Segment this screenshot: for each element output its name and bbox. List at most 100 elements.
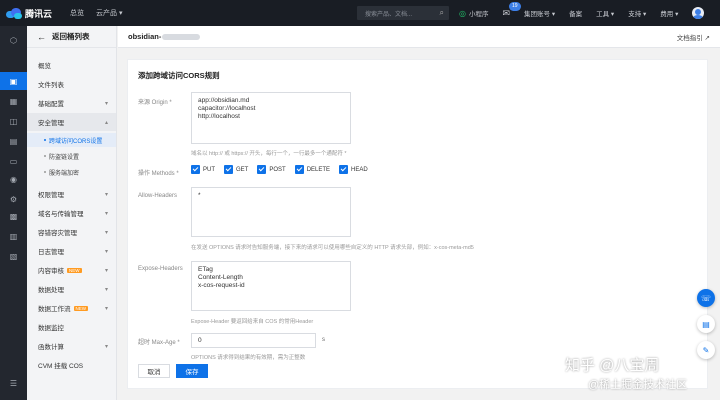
chevron-down-icon: ▾ — [104, 100, 108, 107]
max-age-hint: OPTIONS 请求得到结果的有效期，需为正整数 — [191, 355, 306, 361]
miniapp-link[interactable]: ◎ 小程序 — [459, 8, 488, 19]
top-right-menu: ◎ 小程序 ✉ 集团账号 ▾ 备案 工具 ▾ 支持 ▾ 费用 ▾ — [459, 0, 718, 26]
sidebar-item-data-workflow[interactable]: 数据工作流 NEW ▾ — [27, 299, 116, 317]
expose-headers-textarea[interactable]: ETag Content-Length x-cos-request-id — [191, 261, 351, 311]
sidebar-sub-label: 防盗链设置 — [49, 154, 80, 161]
sidebar-item-logs[interactable]: 日志管理 ▾ — [27, 242, 116, 260]
rail-chart-icon[interactable]: ▧ — [0, 247, 27, 265]
method-label: DELETE — [306, 166, 331, 173]
expose-headers-hint: Expose-Header 要返回给来自 COS 的常用Header — [191, 319, 314, 325]
method-post-checkbox[interactable]: POST — [257, 165, 286, 174]
cancel-button[interactable]: 取消 — [138, 364, 170, 378]
sidebar-item-overview[interactable]: 概览 — [27, 56, 116, 74]
chevron-down-icon: ▾ — [104, 286, 108, 293]
sidebar-item-disaster-recovery[interactable]: 容错容灾管理 ▾ — [27, 223, 116, 241]
billing-label: 费用 ▾ — [660, 11, 679, 18]
sidebar-item-data-processing[interactable]: 数据处理 ▾ — [27, 280, 116, 298]
sidebar-sub-hotlink[interactable]: 防盗链设置 — [27, 149, 116, 163]
method-put-checkbox[interactable]: PUT — [191, 165, 215, 174]
bucket-name: obsidian- — [128, 32, 162, 41]
rail-collapse-icon[interactable]: ☰ — [0, 374, 27, 392]
checkbox-checked-icon — [191, 165, 200, 174]
icon-rail: ⬡ ▣ ▦ ◫ ▤ ▭ ◉ ⚙ ▩ ▥ ▧ ☰ — [0, 26, 27, 400]
feedback-icon[interactable]: ✎ — [697, 341, 715, 359]
sidebar-sub-cors[interactable]: 跨域访问CORS设置 — [27, 133, 116, 147]
sidebar-item-permissions[interactable]: 权限管理 ▾ — [27, 185, 116, 203]
sidebar-item-basic-config[interactable]: 基础配置 ▾ — [27, 94, 116, 112]
rail-cos-icon[interactable]: ▣ — [0, 72, 27, 90]
checkbox-checked-icon — [339, 165, 349, 174]
nav-products[interactable]: 云产品 ▾ — [96, 8, 122, 18]
account-label: 集团账号 ▾ — [524, 11, 556, 18]
record-link[interactable]: 备案 — [569, 8, 582, 18]
rail-home-icon[interactable]: ⬡ — [0, 31, 27, 49]
tools-menu[interactable]: 工具 ▾ — [596, 8, 614, 18]
brand-logo[interactable]: 腾讯云 — [0, 7, 70, 20]
chevron-down-icon: ▾ — [104, 343, 108, 350]
origin-line: app://obsidian.md — [198, 97, 250, 104]
rail-link-icon[interactable]: ◉ — [0, 170, 27, 188]
tools-label: 工具 ▾ — [596, 11, 615, 18]
sidebar-item-domains[interactable]: 域名与传输管理 ▾ — [27, 204, 116, 222]
origin-textarea[interactable]: app://obsidian.md capacitor://localhost … — [191, 92, 351, 144]
support-label: 支持 ▾ — [628, 11, 647, 18]
allow-headers-label: Allow-Headers — [138, 193, 178, 199]
sidebar-item-content-audit[interactable]: 内容审核 NEW ▾ — [27, 261, 116, 279]
arrow-left-icon: ← — [37, 31, 46, 42]
search-icon[interactable]: ⌕ — [440, 8, 444, 18]
customer-service-icon[interactable]: ☏ — [697, 289, 715, 307]
cors-rule-form: 添加跨域访问CORS规则 来源 Origin * app://obsidian.… — [127, 59, 708, 389]
expose-headers-label: Expose-Headers — [138, 266, 183, 272]
chevron-down-icon: ▾ — [104, 191, 108, 198]
method-label: PUT — [203, 166, 215, 173]
sidebar-item-files[interactable]: 文件列表 — [27, 75, 116, 93]
sidebar-item-cvm-mount[interactable]: CVM 挂载 COS — [27, 356, 116, 374]
rail-calendar-icon[interactable]: ▦ — [0, 92, 27, 110]
doc-guide-link[interactable]: 文档指引 ↗ — [677, 32, 710, 42]
sidebar-item-label: 内容审核 — [38, 268, 64, 275]
cloud-logo-icon — [6, 7, 22, 19]
save-button[interactable]: 保存 — [176, 364, 208, 378]
sidebar-sub-label: 跨域访问CORS设置 — [49, 138, 103, 145]
method-label: GET — [236, 166, 249, 173]
top-nav: 总览 云产品 ▾ — [70, 8, 122, 18]
rail-grid-icon[interactable]: ▩ — [0, 207, 27, 225]
allow-headers-hint: 在发送 OPTIONS 请求时告知服务端，接下来的请求可以使用哪些自定义的 HT… — [191, 245, 474, 251]
allow-headers-textarea[interactable]: * — [191, 187, 351, 237]
chevron-down-icon: ▾ — [104, 210, 108, 217]
avatar[interactable] — [692, 7, 705, 19]
search-input[interactable]: 搜索产品、文档... ⌕ — [357, 6, 449, 20]
back-to-buckets-button[interactable]: ← 返回桶列表 — [27, 26, 116, 48]
chevron-up-icon: ▴ — [104, 119, 108, 126]
sidebar-item-functions[interactable]: 函数计算 ▾ — [27, 337, 116, 355]
sidebar-item-label: 数据处理 — [38, 287, 64, 294]
watermark-zhihu: 知乎 @八宝周 — [565, 357, 660, 374]
rail-box-icon[interactable]: ◫ — [0, 112, 27, 130]
method-head-checkbox[interactable]: HEAD — [339, 165, 368, 174]
book-icon[interactable]: ▤ — [697, 315, 715, 333]
method-label: POST — [269, 166, 286, 173]
nav-overview[interactable]: 总览 — [70, 8, 84, 18]
billing-menu[interactable]: 费用 ▾ — [660, 8, 678, 18]
chevron-down-icon: ▾ — [104, 248, 108, 255]
sidebar-item-data-monitoring[interactable]: 数据监控 — [27, 318, 116, 336]
method-delete-checkbox[interactable]: DELETE — [294, 165, 331, 174]
support-menu[interactable]: 支持 ▾ — [628, 8, 646, 18]
rail-layers-icon[interactable]: ▤ — [0, 132, 27, 150]
rail-archive-icon[interactable]: ▥ — [0, 227, 27, 245]
account-menu[interactable]: 集团账号 ▾ — [524, 8, 555, 18]
max-age-value: 0 — [198, 337, 202, 344]
expose-headers-line: x-cos-request-id — [198, 282, 245, 289]
rail-settings-icon[interactable]: ⚙ — [0, 190, 27, 208]
checkbox-checked-icon — [294, 165, 304, 174]
sidebar-item-security[interactable]: 安全管理 ▴ — [27, 113, 116, 131]
max-age-input[interactable]: 0 — [191, 333, 316, 348]
user-avatar-icon — [692, 7, 705, 19]
max-age-label: 超时 Max-Age * — [138, 340, 180, 346]
rail-monitor-icon[interactable]: ▭ — [0, 152, 27, 170]
sidebar: ← 返回桶列表 概览 文件列表 基础配置 ▾ 安全管理 ▴ 跨域访问CORS设置 防… — [27, 26, 117, 400]
sidebar-sub-encryption[interactable]: 服务端加密 — [27, 165, 116, 179]
method-get-checkbox[interactable]: GET — [224, 165, 248, 174]
chevron-down-icon: ▾ — [104, 305, 108, 312]
sidebar-item-label: 数据工作流 — [38, 306, 71, 313]
